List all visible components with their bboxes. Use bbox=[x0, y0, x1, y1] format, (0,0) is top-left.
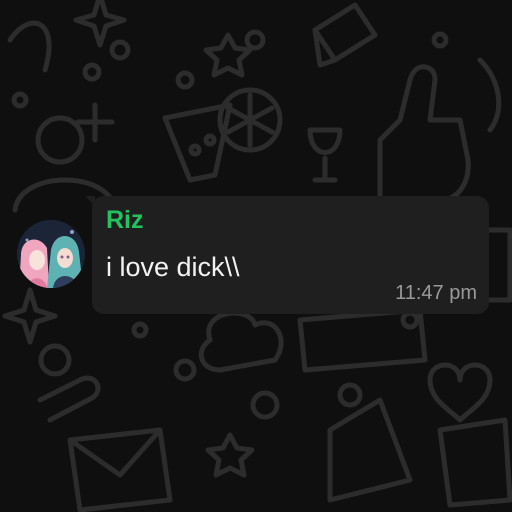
anime-avatar-icon bbox=[17, 220, 85, 288]
message-timestamp: 11:47 pm bbox=[395, 282, 477, 304]
bubble-tail bbox=[85, 196, 95, 206]
sender-avatar[interactable] bbox=[17, 220, 85, 288]
message-text: i love dick\\ bbox=[106, 252, 240, 282]
message-bubble[interactable]: Riz i love dick\\ 11:47 pm bbox=[85, 196, 489, 314]
sender-name[interactable]: Riz bbox=[106, 206, 144, 235]
